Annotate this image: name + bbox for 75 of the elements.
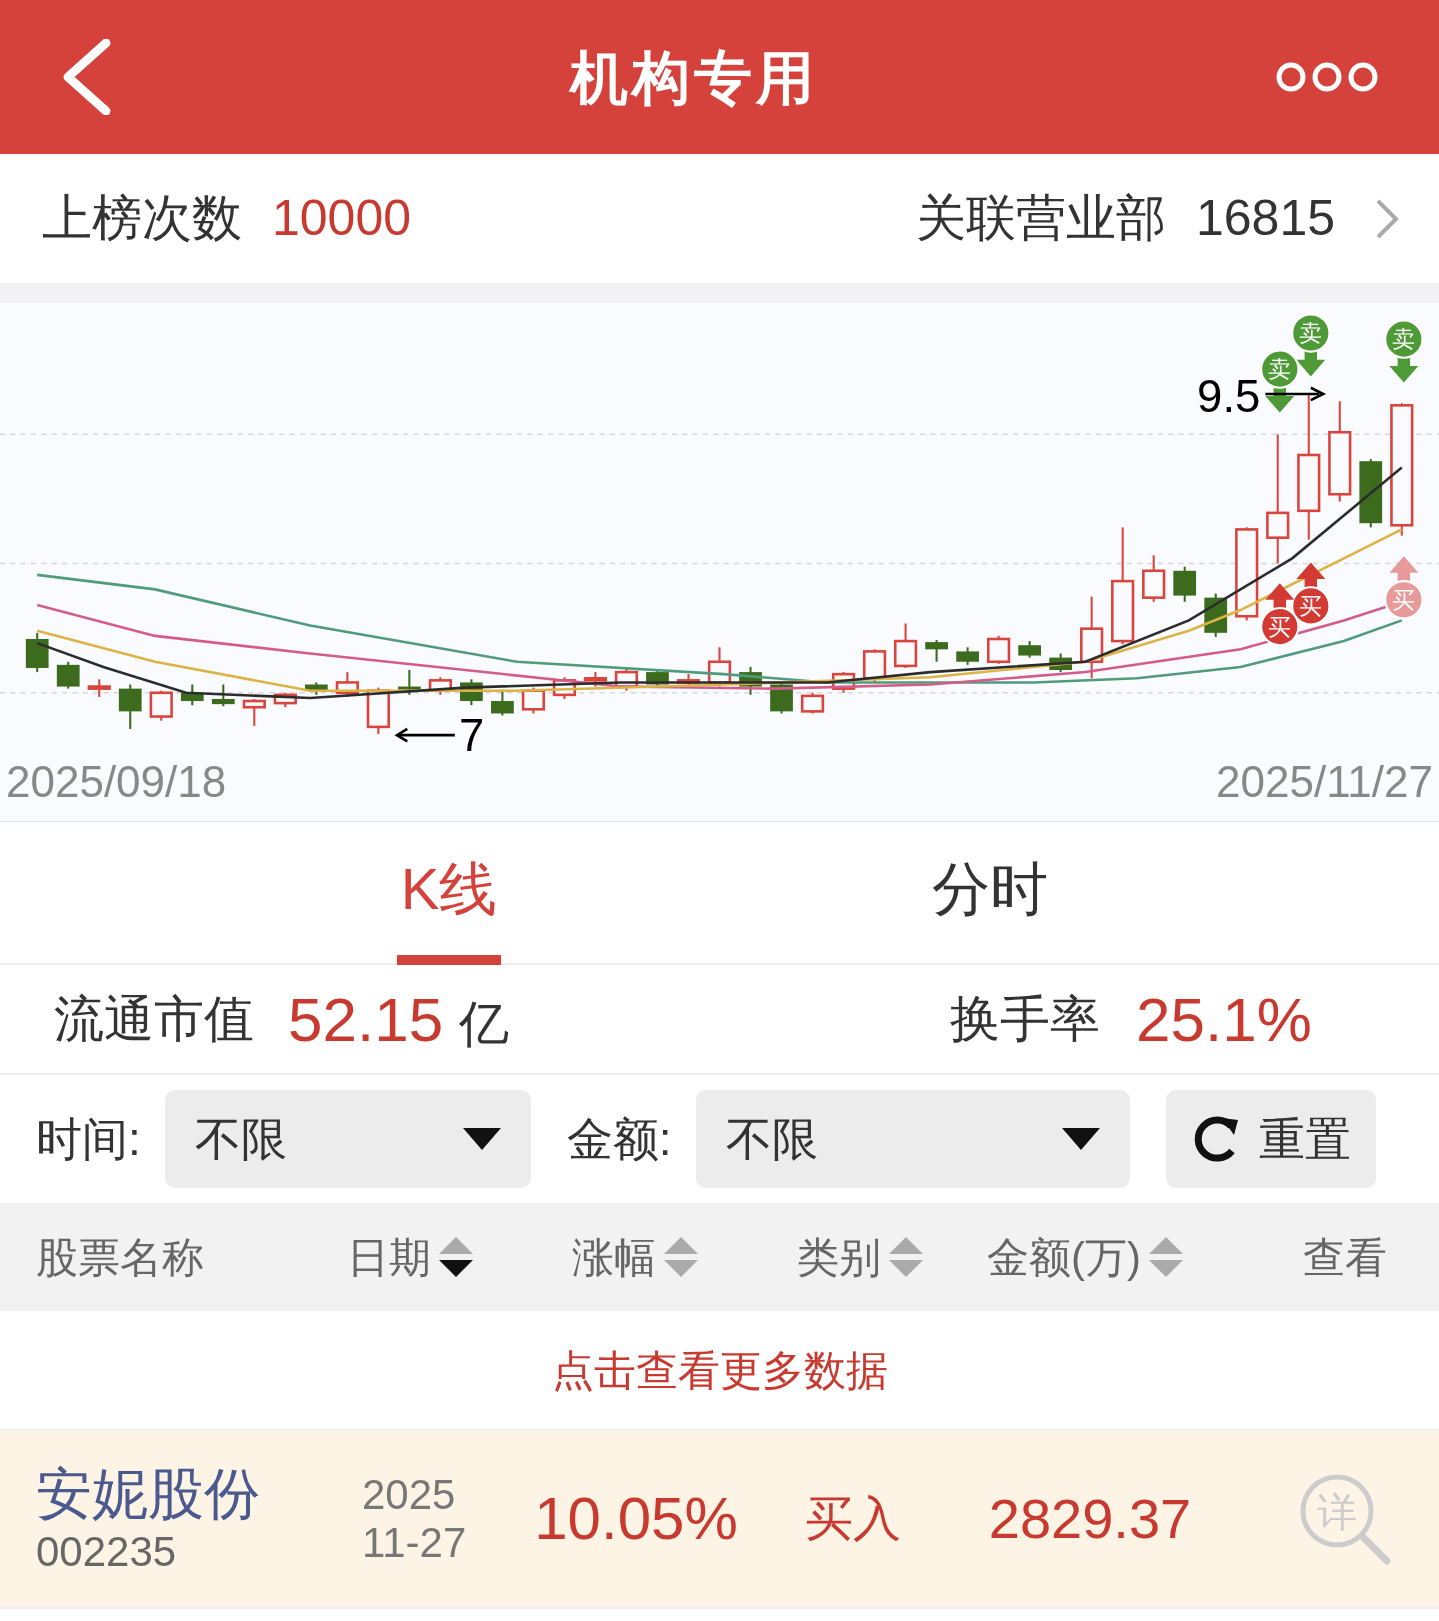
end-date: 2025/11/27 xyxy=(1216,756,1433,808)
candlestick xyxy=(893,623,918,668)
branches-label: 关联营业部 xyxy=(915,189,1166,248)
chevron-right-icon[interactable] xyxy=(1375,197,1399,240)
candlestick xyxy=(1142,555,1166,602)
more-icon[interactable] xyxy=(1275,60,1379,94)
filter-dropdown[interactable]: 不限 xyxy=(164,1090,531,1188)
arrow-icon xyxy=(394,727,455,743)
start-date: 2025/09/18 xyxy=(6,756,227,808)
column-header[interactable]: 日期 xyxy=(347,1225,431,1289)
candlestick xyxy=(56,661,80,689)
candlestick xyxy=(460,679,483,706)
candlestick xyxy=(149,690,173,721)
candlestick xyxy=(118,684,142,729)
candlestick xyxy=(956,647,979,665)
candlestick xyxy=(87,679,111,697)
candlestick xyxy=(521,687,546,714)
candlestick xyxy=(862,649,887,683)
filter-dropdown[interactable]: 不限 xyxy=(695,1090,1130,1188)
count-value: 10000 xyxy=(272,189,412,248)
column-header[interactable]: 金额(万) xyxy=(987,1225,1141,1289)
candlestick xyxy=(739,666,762,695)
change-percent: 10.05% xyxy=(533,1484,739,1554)
trade-type: 买入 xyxy=(804,1491,902,1547)
candlestick xyxy=(273,692,297,708)
column-header: 查看 xyxy=(1303,1232,1387,1283)
stock-name[interactable]: 安妮股份 xyxy=(36,1460,362,1528)
stock-code: 002235 xyxy=(36,1527,178,1578)
candlestick xyxy=(242,698,266,726)
candlestick xyxy=(552,677,577,699)
trade-amount: 2829.37 xyxy=(987,1486,1193,1552)
branches-value: 16815 xyxy=(1195,189,1335,248)
candlestick xyxy=(800,692,825,714)
candlestick xyxy=(304,682,328,695)
date-year: 2025 xyxy=(362,1470,456,1519)
cap-label: 流通市值 xyxy=(54,989,254,1049)
candlestick xyxy=(491,689,514,716)
column-header[interactable]: 涨幅 xyxy=(572,1225,656,1289)
filter-label: 时间: xyxy=(36,1111,141,1167)
candlestick xyxy=(925,640,948,662)
candlestick xyxy=(987,635,1011,664)
column-header: 股票名称 xyxy=(36,1232,204,1283)
column-header[interactable]: 类别 xyxy=(797,1225,881,1289)
chart-tab[interactable]: 分时 xyxy=(928,822,1052,965)
candlestick xyxy=(583,672,608,687)
count-label: 上榜次数 xyxy=(42,189,242,248)
turnover-label: 换手率 xyxy=(950,989,1100,1049)
candlestick xyxy=(25,632,49,673)
candlestick xyxy=(770,682,793,714)
filter-label: 金额: xyxy=(566,1111,672,1167)
turnover-value: 25.1% xyxy=(1136,983,1312,1056)
candlestick xyxy=(335,672,359,697)
candlestick xyxy=(1018,641,1041,658)
candlestick xyxy=(1173,566,1197,602)
cap-value: 52.15 xyxy=(288,983,444,1056)
annotation-label: 7 xyxy=(459,709,485,761)
reset-button[interactable]: 重置 xyxy=(1165,1090,1376,1188)
chart-tab[interactable]: K线 xyxy=(396,822,502,965)
candlestick xyxy=(398,670,421,695)
candlestick xyxy=(831,672,856,693)
candlestick xyxy=(1359,459,1383,528)
more-data-link[interactable]: 点击查看更多数据 xyxy=(551,1338,888,1402)
date-day: 11-27 xyxy=(362,1519,467,1568)
cap-unit: 亿 xyxy=(459,994,510,1054)
candlestick xyxy=(180,684,204,706)
arrow-icon xyxy=(1265,386,1327,402)
candlestick xyxy=(211,684,235,707)
candlestick xyxy=(614,669,639,691)
candlestick xyxy=(428,677,452,695)
page-title: 机构专用 xyxy=(569,43,818,112)
annotation-label: 9.5 xyxy=(1197,370,1261,422)
candlestick xyxy=(1049,653,1072,673)
caret-down-icon xyxy=(1061,1128,1100,1150)
caret-down-icon xyxy=(462,1128,501,1150)
candlestick xyxy=(707,647,732,687)
